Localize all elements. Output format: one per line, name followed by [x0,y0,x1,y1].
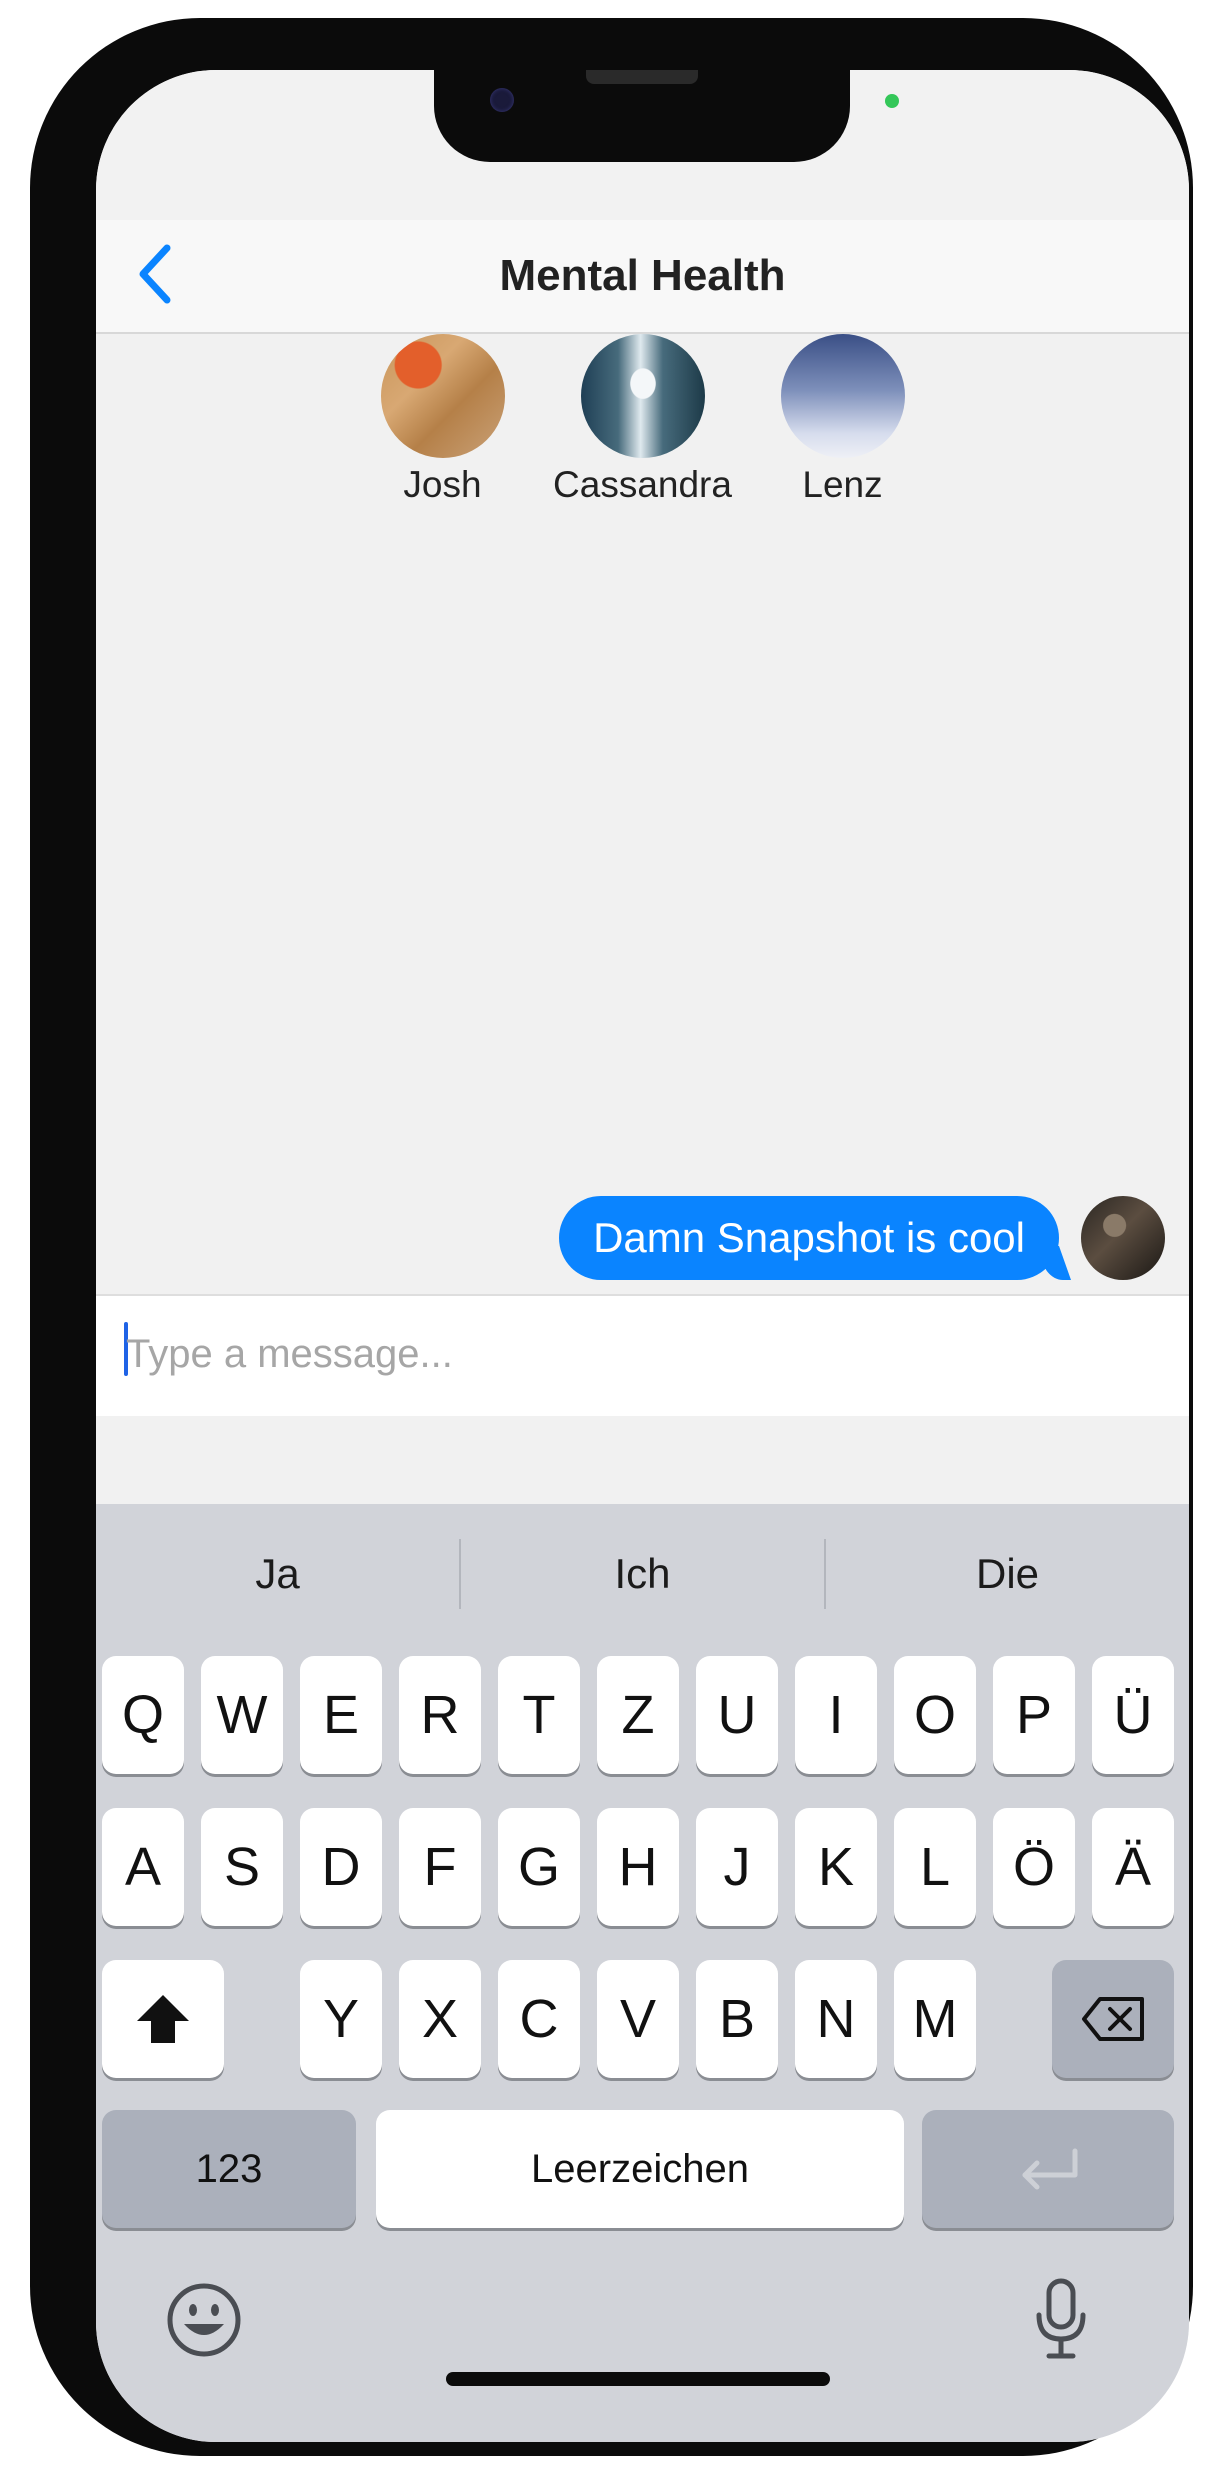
participant-josh[interactable]: Josh [380,334,506,506]
key-d[interactable]: D [300,1808,382,1926]
numbers-key[interactable]: 123 [102,2110,356,2228]
key-e[interactable]: E [300,1656,382,1774]
front-camera [490,88,514,112]
key-m[interactable]: M [894,1960,976,2078]
keyboard-row-1: Q W E R T Z U I O P Ü [96,1656,1189,1774]
message-row: Damn Snapshot is cool [559,1196,1165,1280]
key-h[interactable]: H [597,1808,679,1926]
key-ae[interactable]: Ä [1092,1808,1174,1926]
key-z[interactable]: Z [597,1656,679,1774]
suggestion[interactable]: Die [826,1539,1189,1609]
suggestion[interactable]: Ja [96,1539,459,1609]
key-n[interactable]: N [795,1960,877,2078]
key-c[interactable]: C [498,1960,580,2078]
space-key[interactable]: Leerzeichen [376,2110,904,2228]
key-ue[interactable]: Ü [1092,1656,1174,1774]
navigation-bar: Mental Health [96,220,1189,334]
key-s[interactable]: S [201,1808,283,1926]
shift-key[interactable] [102,1960,224,2078]
participant-name: Cassandra [553,464,732,505]
dictation-button[interactable] [1016,2274,1106,2364]
participant-name: Lenz [802,464,883,505]
key-t[interactable]: T [498,1656,580,1774]
phone-frame: Mental Health Josh Cassandra Lenz Damn S… [30,18,1193,2456]
return-icon [1022,2148,1078,2190]
key-w[interactable]: W [201,1656,283,1774]
key-q[interactable]: Q [102,1656,184,1774]
key-r[interactable]: R [399,1656,481,1774]
emoji-icon [167,2283,241,2357]
camera-in-use-indicator [885,94,899,108]
key-x[interactable]: X [399,1960,481,2078]
participant-lenz[interactable]: Lenz [780,334,906,506]
return-key[interactable] [922,2110,1174,2228]
key-g[interactable]: G [498,1808,580,1926]
backspace-key[interactable] [1052,1960,1174,2078]
participants-list: Josh Cassandra Lenz [96,334,1189,506]
key-y[interactable]: Y [300,1960,382,2078]
key-f[interactable]: F [399,1808,481,1926]
suggestion[interactable]: Ich [461,1539,824,1609]
key-v[interactable]: V [597,1960,679,2078]
screen: Mental Health Josh Cassandra Lenz Damn S… [96,70,1189,2442]
notch [434,70,850,162]
key-k[interactable]: K [795,1808,877,1926]
microphone-icon [1036,2278,1086,2359]
avatar [1081,1196,1165,1280]
keyboard-row-3: Y X C V B N M [96,1960,1189,2078]
keyboard: Ja Ich Die Q W E R T Z U I O P Ü A S D F… [96,1504,1189,2442]
key-i[interactable]: I [795,1656,877,1774]
key-u[interactable]: U [696,1656,778,1774]
avatar [580,334,705,458]
home-indicator[interactable] [446,2372,830,2386]
key-j[interactable]: J [696,1808,778,1926]
keyboard-row-2: A S D F G H J K L Ö Ä [96,1808,1189,1926]
message-composer [96,1294,1189,1416]
speaker-grille [586,70,698,84]
participant-cassandra[interactable]: Cassandra [550,334,736,506]
key-p[interactable]: P [993,1656,1075,1774]
chat-area[interactable]: Josh Cassandra Lenz Damn Snapshot is coo… [96,334,1189,1294]
message-bubble-outgoing[interactable]: Damn Snapshot is cool [559,1196,1059,1280]
emoji-button[interactable] [164,2280,244,2360]
key-l[interactable]: L [894,1808,976,1926]
composer-spacer [96,1416,1189,1504]
keyboard-bottom-bar [96,2244,1189,2442]
page-title: Mental Health [499,251,786,300]
message-input[interactable] [126,1296,1166,1412]
status-bar [96,70,1189,220]
suggestion-bar: Ja Ich Die [96,1504,1189,1644]
key-oe[interactable]: Ö [993,1808,1075,1926]
key-a[interactable]: A [102,1808,184,1926]
avatar [780,334,905,458]
keyboard-row-4: 123 Leerzeichen [96,2110,1189,2228]
key-b[interactable]: B [696,1960,778,2078]
key-o[interactable]: O [894,1656,976,1774]
participant-name: Josh [403,464,482,505]
backspace-icon [1082,1997,1144,2041]
avatar [380,334,505,458]
shift-icon [137,1995,189,2043]
